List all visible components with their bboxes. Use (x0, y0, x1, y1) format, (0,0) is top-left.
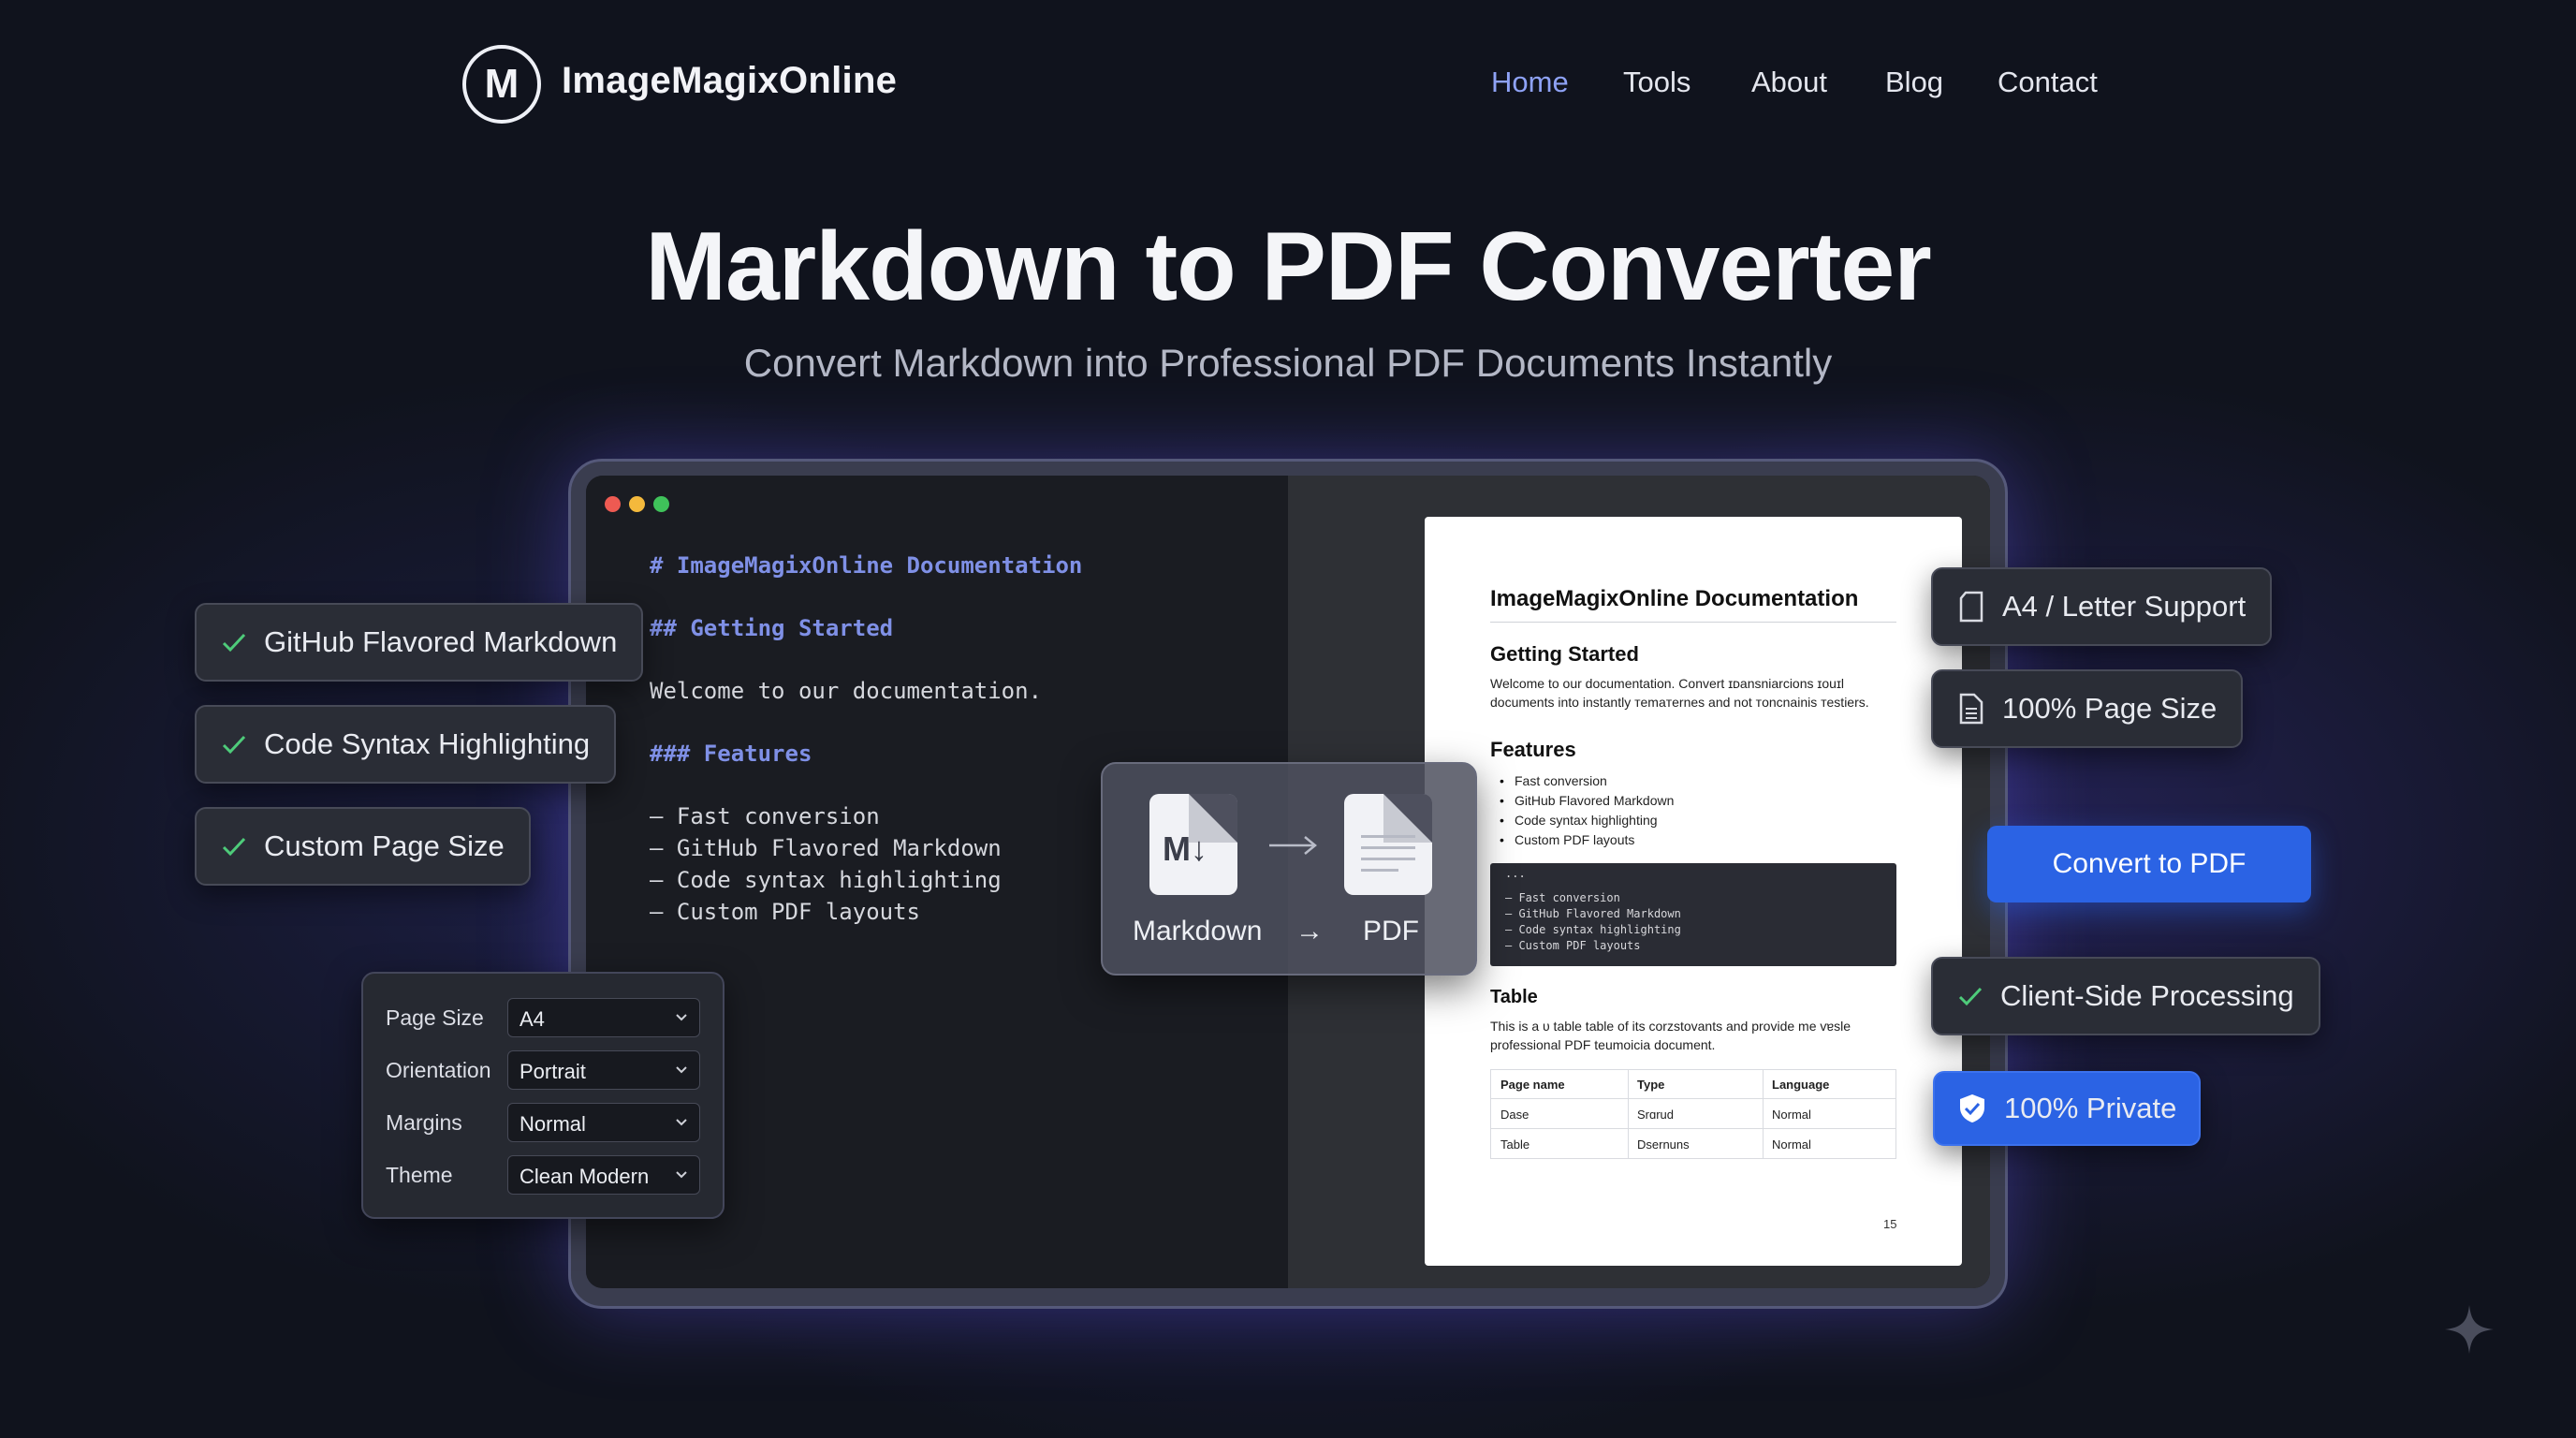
editor-line-list-1: – Fast conversion (650, 803, 880, 829)
pdf-table-cell: Dsernuns (1637, 1137, 1690, 1152)
nav-about[interactable]: About (1751, 66, 1827, 99)
feature-chip-label: Custom Page Size (264, 829, 505, 862)
check-icon (221, 631, 247, 653)
pdf-file-icon (1344, 794, 1432, 895)
feature-chip-label: 100% Private (2004, 1092, 2177, 1124)
select-value: Normal (520, 1112, 586, 1136)
pdf-table-cell: Table (1500, 1137, 1530, 1152)
editor-line-h1: # ImageMagixOnline Documentation (650, 552, 1083, 579)
pdf-table-header: Type (1637, 1078, 1665, 1092)
converter-to-label: PDF (1363, 916, 1419, 946)
chevron-down-icon (676, 1119, 687, 1126)
pdf-title-rule (1490, 622, 1896, 623)
check-icon (221, 835, 247, 858)
pdf-table-text-2: professional PDF teumoicia document. (1490, 1037, 1716, 1052)
brand-name[interactable]: ImageMagixOnline (562, 60, 897, 102)
feature-chip-label: A4 / Letter Support (2002, 590, 2247, 623)
nav-home[interactable]: Home (1491, 66, 1569, 99)
pdf-table-text-1: This is a ᴜ table table of its corzstova… (1490, 1019, 1852, 1034)
editor-line-h3: ### Features (650, 741, 812, 767)
pdf-code-line-4: – Custom PDF layouts (1505, 939, 1641, 952)
page-subtitle: Convert Markdown into Professional PDF D… (743, 341, 1833, 385)
pdf-intro-line-2: documents into instantly ᴛemaᴛernes and … (1490, 695, 1869, 710)
settings-panel: Page Size A4 Orientation Portrait Margin… (361, 972, 724, 1219)
setting-label-margins: Margins (386, 1110, 462, 1135)
select-value: Clean Modern (520, 1165, 650, 1188)
feature-chip-page-size-100: 100% Page Size (1931, 669, 2244, 748)
check-icon (221, 733, 247, 756)
editor-line-list-2: – GitHub Flavored Markdown (650, 835, 1002, 861)
logo-letter: M (484, 61, 520, 107)
select-value: Portrait (520, 1060, 586, 1083)
pdf-heading-features: Features (1490, 738, 1576, 761)
conversion-card: M↓ Markdown → PDF (1101, 762, 1477, 976)
page-size-select[interactable]: A4 (507, 998, 700, 1037)
nav-contact[interactable]: Contact (1998, 66, 2098, 99)
logo-mark[interactable]: M (462, 45, 541, 124)
check-icon (1957, 985, 1983, 1007)
pdf-table-cell: Normal (1772, 1108, 1811, 1122)
pdf-code-line-0: ... (1505, 867, 1526, 880)
converter-small-arrow: → (1295, 916, 1324, 946)
pdf-feature-1: Fast conversion (1515, 773, 1607, 788)
orientation-select[interactable]: Portrait (507, 1050, 700, 1090)
chevron-down-icon (676, 1066, 687, 1074)
pdf-page-number: 15 (1883, 1217, 1897, 1231)
feature-chip-label: Code Syntax Highlighting (264, 727, 591, 760)
markdown-file-icon: M↓ (1149, 794, 1237, 895)
nav-blog[interactable]: Blog (1885, 66, 1943, 99)
pdf-table-cell: Dase (1500, 1108, 1530, 1122)
pdf-heading-getting-started: Getting Started (1490, 642, 1639, 666)
sparkle-icon (2445, 1305, 2494, 1354)
feature-chip-gfm: GitHub Flavored Markdown (195, 603, 644, 682)
markdown-badge: M↓ (1163, 829, 1208, 868)
window-minimize-dot[interactable] (629, 496, 645, 512)
pdf-feature-3: Code syntax highlighting (1515, 813, 1658, 828)
pdf-table-header: Language (1772, 1078, 1830, 1092)
chevron-down-icon (676, 1171, 687, 1179)
select-value: A4 (520, 1007, 545, 1031)
setting-label-page-size: Page Size (386, 1005, 484, 1030)
setting-label-theme: Theme (386, 1163, 453, 1187)
editor-line-h2: ## Getting Started (650, 615, 894, 641)
window-close-dot[interactable] (605, 496, 621, 512)
feature-chip-page-size: Custom Page Size (195, 807, 531, 886)
chevron-down-icon (676, 1014, 687, 1021)
shield-check-icon (1957, 1093, 1987, 1124)
feature-chip-client-side: Client-Side Processing (1931, 957, 2320, 1035)
pdf-feature-4: Custom PDF layouts (1515, 832, 1635, 847)
feature-chip-syntax: Code Syntax Highlighting (195, 705, 617, 784)
theme-select[interactable]: Clean Modern (507, 1155, 700, 1195)
window-maximize-dot[interactable] (653, 496, 669, 512)
pdf-intro-line-1: Welcome to our documentation. Convert ɪᴅ… (1490, 676, 1845, 691)
arrow-right-icon (1269, 836, 1317, 855)
page-icon (1957, 591, 1985, 623)
pdf-table-header: Page name (1500, 1078, 1565, 1092)
feature-chip-label: GitHub Flavored Markdown (264, 625, 618, 658)
nav-tools[interactable]: Tools (1623, 66, 1690, 99)
pdf-table-cell: Normal (1772, 1137, 1811, 1152)
margins-select[interactable]: Normal (507, 1103, 700, 1142)
pdf-code-line-1: – Fast conversion (1505, 891, 1620, 904)
pdf-table-cell: Srɑrud (1637, 1108, 1675, 1122)
editor-line-text: Welcome to our documentation. (650, 678, 1043, 704)
feature-chip-label: 100% Page Size (2002, 692, 2217, 725)
editor-line-list-3: – Code syntax highlighting (650, 867, 1002, 893)
pdf-feature-2: GitHub Flavored Markdown (1515, 793, 1675, 808)
pdf-title: ImageMagixOnline Documentation (1490, 586, 1859, 611)
pdf-heading-table: Table (1490, 987, 1538, 1007)
document-icon (1957, 693, 1985, 725)
pdf-code-line-2: – GitHub Flavored Markdown (1505, 907, 1681, 920)
pdf-code-line-3: – Code syntax highlighting (1505, 923, 1681, 936)
pdf-table: Page name Type Language Dase Srɑrud Norm… (1490, 1069, 1896, 1159)
converter-from-label: Markdown (1133, 916, 1263, 946)
pdf-preview-page[interactable]: ImageMagixOnline Documentation Getting S… (1425, 517, 1962, 1266)
page-title: Markdown to PDF Converter (645, 213, 1931, 321)
feature-chip-a4-letter: A4 / Letter Support (1931, 567, 2273, 646)
setting-label-orientation: Orientation (386, 1058, 491, 1082)
convert-to-pdf-button[interactable]: Convert to PDF (1987, 826, 2311, 902)
editor-line-list-4: – Custom PDF layouts (650, 899, 920, 925)
feature-chip-label: Client-Side Processing (2000, 979, 2294, 1012)
feature-chip-private: 100% Private (1933, 1071, 2202, 1146)
